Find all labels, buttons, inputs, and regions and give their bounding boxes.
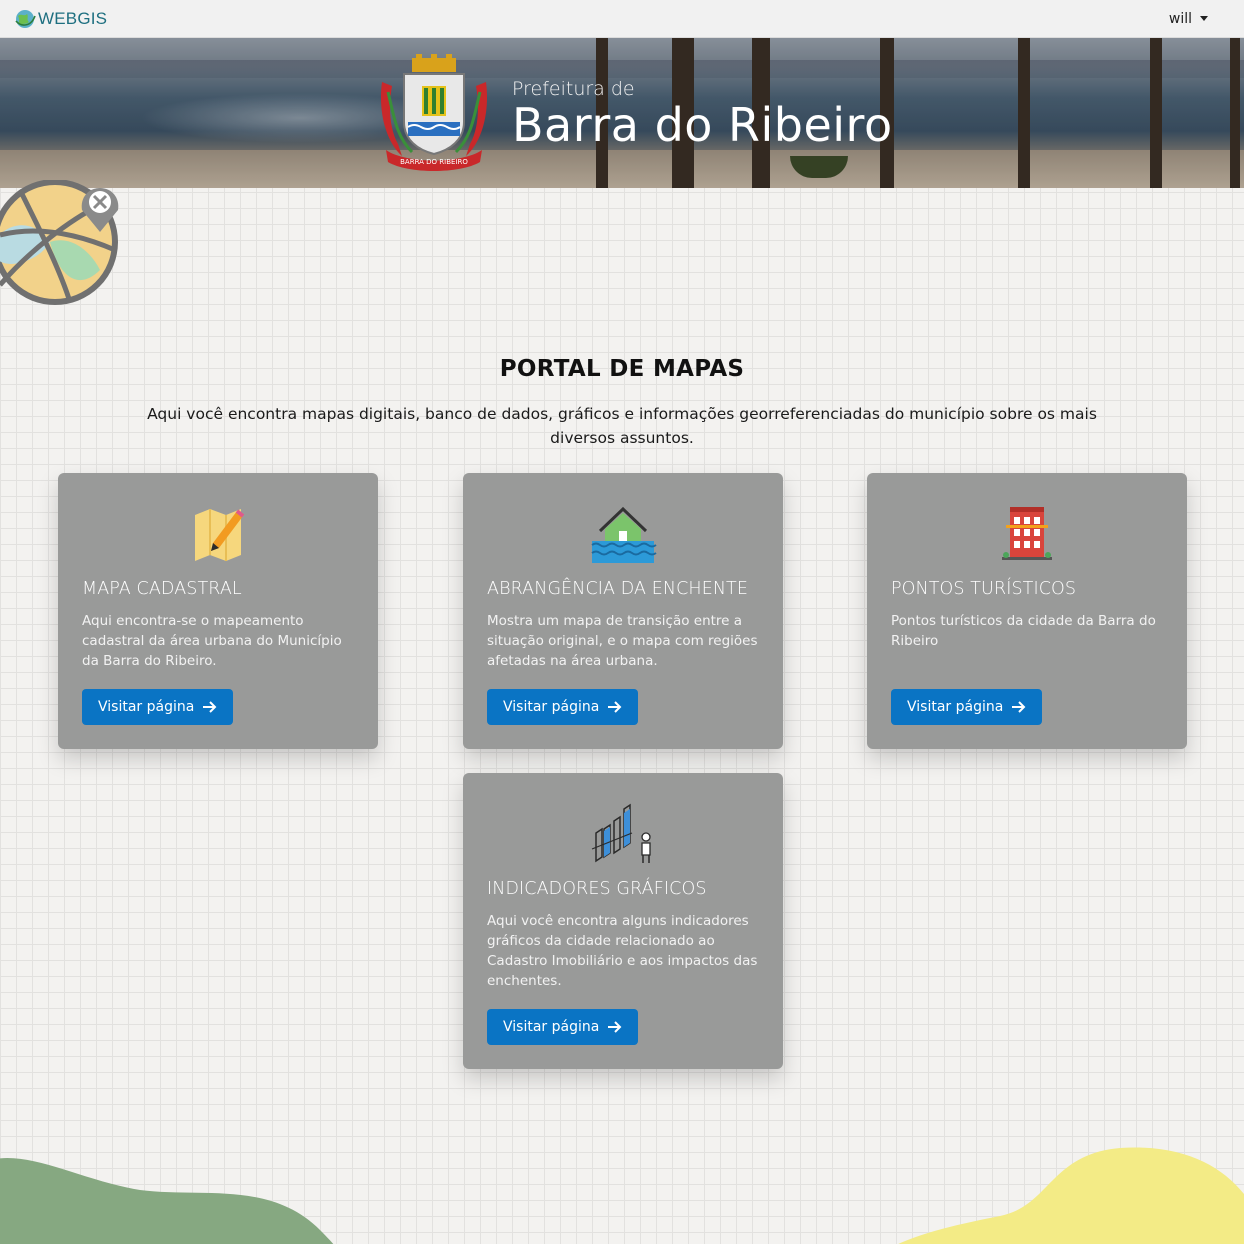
visit-page-button[interactable]: Visitar página — [487, 1009, 639, 1045]
button-label: Visitar página — [98, 699, 195, 715]
card-abrangencia-enchente: ABRANGÊNCIA DA ENCHENTE Mostra um mapa d… — [463, 473, 783, 749]
coat-of-arms-icon: BARRA DO RIBEIRO — [380, 54, 488, 171]
card-title: ABRANGÊNCIA DA ENCHENTE — [487, 579, 748, 599]
globe-pin-icon — [0, 180, 119, 305]
arrow-right-icon — [608, 701, 622, 713]
card-description: Aqui encontra-se o mapeamento cadastral … — [82, 613, 342, 669]
card-description: Mostra um mapa de transição entre a situ… — [487, 613, 758, 669]
page-title: PORTAL DE MAPAS — [499, 356, 745, 382]
button-label: Visitar página — [907, 699, 1004, 715]
brand-link[interactable]: WEBGIS — [14, 8, 107, 30]
visit-page-button[interactable]: Visitar página — [82, 689, 234, 725]
card-indicadores-graficos: INDICADORES GRÁFICOS Aqui você encontra … — [463, 773, 783, 1069]
banner-title-block: Prefeitura de Barra do Ribeiro — [512, 78, 893, 150]
visit-page-button[interactable]: Visitar página — [891, 689, 1043, 725]
banner-pre-title: Prefeitura de — [512, 78, 635, 100]
brand-text: WEBGIS — [38, 8, 108, 28]
decorative-yellow-blob — [898, 1147, 1244, 1244]
card-description: Aqui você encontra alguns indicadores gr… — [487, 913, 758, 989]
caret-down-icon — [1200, 16, 1208, 21]
user-dropdown[interactable]: will — [1169, 11, 1208, 27]
building-icon — [1002, 507, 1052, 560]
bar-chart-person-icon — [591, 803, 651, 863]
hero-banner: BARRA DO RIBEIRO Prefeitura de Barra do … — [0, 38, 1244, 188]
globe-logo-icon — [15, 9, 36, 28]
visit-page-button[interactable]: Visitar página — [487, 689, 639, 725]
flooded-house-icon — [591, 506, 657, 563]
card-description: Pontos turísticos da cidade da Barra do … — [891, 613, 1156, 649]
card-title: INDICADORES GRÁFICOS — [487, 879, 707, 899]
card-pontos-turisticos: PONTOS TURÍSTICOS Pontos turísticos da c… — [867, 473, 1187, 749]
crest-ribbon-text: BARRA DO RIBEIRO — [400, 158, 468, 166]
card-title: MAPA CADASTRAL — [82, 579, 242, 599]
card-title: PONTOS TURÍSTICOS — [891, 579, 1077, 599]
button-label: Visitar página — [503, 699, 600, 715]
button-label: Visitar página — [503, 1019, 600, 1035]
card-mapa-cadastral: MAPA CADASTRAL Aqui encontra-se o mapeam… — [58, 473, 378, 749]
arrow-right-icon — [203, 701, 217, 713]
decorative-green-blob — [0, 1158, 334, 1244]
map-pencil-icon — [195, 509, 245, 561]
arrow-right-icon — [1012, 701, 1026, 713]
banner-main-title: Barra do Ribeiro — [512, 98, 893, 152]
user-name: will — [1168, 10, 1192, 27]
page-description: Aqui você encontra mapas digitais, banco… — [147, 405, 1097, 447]
arrow-right-icon — [608, 1021, 622, 1033]
top-navbar: WEBGIS will — [0, 0, 1244, 38]
